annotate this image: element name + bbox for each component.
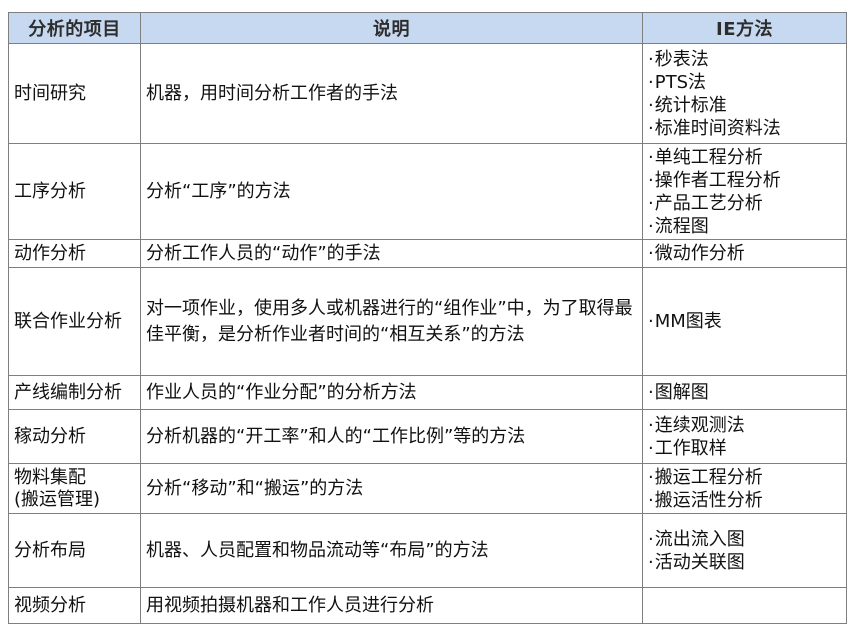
ie-method-item: 搬运工程分析 (648, 466, 841, 489)
item-cell: 分析布局 (8, 513, 141, 588)
ie-method-item: 流程图 (648, 215, 841, 238)
ie-methods-cell: 单纯工程分析 操作者工程分析 产品工艺分析 流程图 (642, 143, 847, 240)
ie-methods-cell: MM图表 (642, 267, 847, 376)
table-row: 物料集配(搬运管理) 分析“移动”和“搬运”的方法 搬运工程分析 搬运活性分析 (8, 463, 847, 514)
description-cell: 用视频拍摄机器和工作人员进行分析 (140, 587, 643, 624)
table-row: 动作分析 分析工作人员的“动作”的手法 微动作分析 (8, 239, 847, 268)
ie-methods-cell: 图解图 (642, 375, 847, 410)
ie-methods-cell: 微动作分析 (642, 239, 847, 268)
ie-method-item: 搬运活性分析 (648, 489, 841, 512)
ie-method-list: 连续观测法 工作取样 (648, 414, 841, 460)
ie-method-item: 流出流入图 (648, 528, 841, 551)
table-body: 时间研究 机器，用时间分析工作者的手法 秒表法 PTS法 统计标准 标准时间资料… (8, 43, 847, 624)
header-item: 分析的项目 (8, 12, 141, 44)
ie-method-list: 微动作分析 (648, 242, 841, 265)
ie-method-item: 工作取样 (648, 437, 841, 460)
table-row: 视频分析 用视频拍摄机器和工作人员进行分析 (8, 587, 847, 624)
ie-method-item: 产品工艺分析 (648, 192, 841, 215)
ie-methods-cell: 流出流入图 活动关联图 (642, 513, 847, 588)
table-row: 时间研究 机器，用时间分析工作者的手法 秒表法 PTS法 统计标准 标准时间资料… (8, 43, 847, 144)
description-cell: 分析机器的“开工率”和人的“工作比例”等的方法 (140, 409, 643, 464)
table-row: 产线编制分析 作业人员的“作业分配”的分析方法 图解图 (8, 375, 847, 410)
item-cell: 联合作业分析 (8, 267, 141, 376)
ie-method-item: 统计标准 (648, 94, 841, 117)
table-row: 联合作业分析 对一项作业，使用多人或机器进行的“组作业”中，为了取得最佳平衡，是… (8, 267, 847, 376)
item-cell: 视频分析 (8, 587, 141, 624)
item-cell: 工序分析 (8, 143, 141, 240)
item-cell: 稼动分析 (8, 409, 141, 464)
ie-method-item: PTS法 (648, 71, 841, 94)
description-cell: 机器、人员配置和物品流动等“布局”的方法 (140, 513, 643, 588)
item-cell: 产线编制分析 (8, 375, 141, 410)
header-row: 分析的项目 说明 IE方法 (8, 12, 847, 44)
description-cell: 分析“工序”的方法 (140, 143, 643, 240)
ie-method-item: 连续观测法 (648, 414, 841, 437)
ie-method-item: 图解图 (648, 381, 841, 404)
ie-method-list: 流出流入图 活动关联图 (648, 528, 841, 574)
ie-methods-cell: 秒表法 PTS法 统计标准 标准时间资料法 (642, 43, 847, 144)
ie-method-list: 秒表法 PTS法 统计标准 标准时间资料法 (648, 48, 841, 140)
item-cell: 物料集配 (搬运管理) (8, 463, 141, 514)
ie-method-list: 单纯工程分析 操作者工程分析 产品工艺分析 流程图 (648, 146, 841, 238)
ie-methods-table: 分析的项目 说明 IE方法 时间研究 机器，用时间分析工作者的手法 秒表法 PT… (8, 12, 847, 624)
description-cell: 对一项作业，使用多人或机器进行的“组作业”中，为了取得最佳平衡，是分析作业者时间… (140, 267, 643, 376)
ie-methods-cell: 搬运工程分析 搬运活性分析 (642, 463, 847, 514)
ie-method-item: 微动作分析 (648, 242, 841, 265)
ie-methods-cell (642, 587, 847, 624)
ie-methods-cell: 连续观测法 工作取样 (642, 409, 847, 464)
table-row: 分析布局 机器、人员配置和物品流动等“布局”的方法 流出流入图 活动关联图 (8, 513, 847, 588)
ie-method-item: 秒表法 (648, 48, 841, 71)
table-row: 工序分析 分析“工序”的方法 单纯工程分析 操作者工程分析 产品工艺分析 流程图 (8, 143, 847, 240)
table-row: 稼动分析 分析机器的“开工率”和人的“工作比例”等的方法 连续观测法 工作取样 (8, 409, 847, 464)
ie-method-item: 操作者工程分析 (648, 169, 841, 192)
header-ie-methods: IE方法 (642, 12, 847, 44)
description-cell: 作业人员的“作业分配”的分析方法 (140, 375, 643, 410)
description-cell: 机器，用时间分析工作者的手法 (140, 43, 643, 144)
item-cell-text: 物料集配 (搬运管理) (14, 466, 101, 510)
ie-method-item: 单纯工程分析 (648, 146, 841, 169)
description-cell: 分析工作人员的“动作”的手法 (140, 239, 643, 268)
item-cell: 时间研究 (8, 43, 141, 144)
ie-method-list: 搬运工程分析 搬运活性分析 (648, 466, 841, 512)
ie-method-list: MM图表 (648, 310, 841, 333)
ie-method-list: 图解图 (648, 381, 841, 404)
ie-method-item: 标准时间资料法 (648, 117, 841, 140)
ie-method-item: MM图表 (648, 310, 841, 333)
item-cell: 动作分析 (8, 239, 141, 268)
description-cell: 分析“移动”和“搬运”的方法 (140, 463, 643, 514)
ie-method-item: 活动关联图 (648, 551, 841, 574)
table-header: 分析的项目 说明 IE方法 (8, 12, 847, 44)
header-description: 说明 (140, 12, 643, 44)
